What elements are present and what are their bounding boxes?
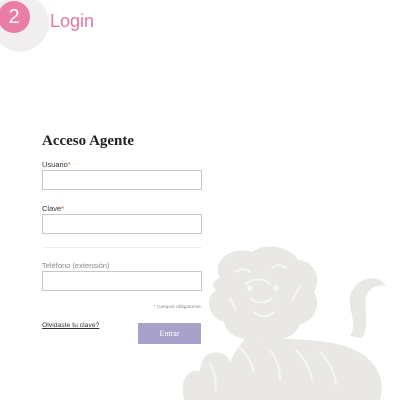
step-title: Login	[50, 11, 95, 31]
step-badge: 2	[0, 0, 48, 50]
password-label: Clave*	[42, 204, 64, 213]
username-input[interactable]	[42, 170, 202, 190]
phone-input[interactable]	[42, 271, 202, 291]
forgot-password-link[interactable]: Olvidaste tu clave?	[42, 322, 99, 329]
password-input[interactable]	[42, 214, 202, 234]
form-title: Acceso Agente	[42, 133, 135, 149]
required-marker: *	[67, 160, 71, 169]
divider	[42, 247, 202, 248]
required-fields-note: * Campos obligatorios.	[154, 305, 202, 310]
required-marker: *	[61, 204, 65, 213]
phone-label: Teléfono (extensión)	[42, 261, 110, 270]
lion-watermark-icon	[182, 246, 386, 400]
required-fields-text: Campos obligatorios.	[155, 305, 202, 310]
username-label-text: Usuario	[42, 160, 68, 169]
password-label-text: Clave	[42, 204, 62, 213]
step-header: 2 Login	[0, 0, 400, 50]
username-label: Usuario*	[42, 160, 71, 169]
submit-button[interactable]: Entrar	[138, 323, 201, 344]
step-number: 2	[0, 1, 30, 33]
